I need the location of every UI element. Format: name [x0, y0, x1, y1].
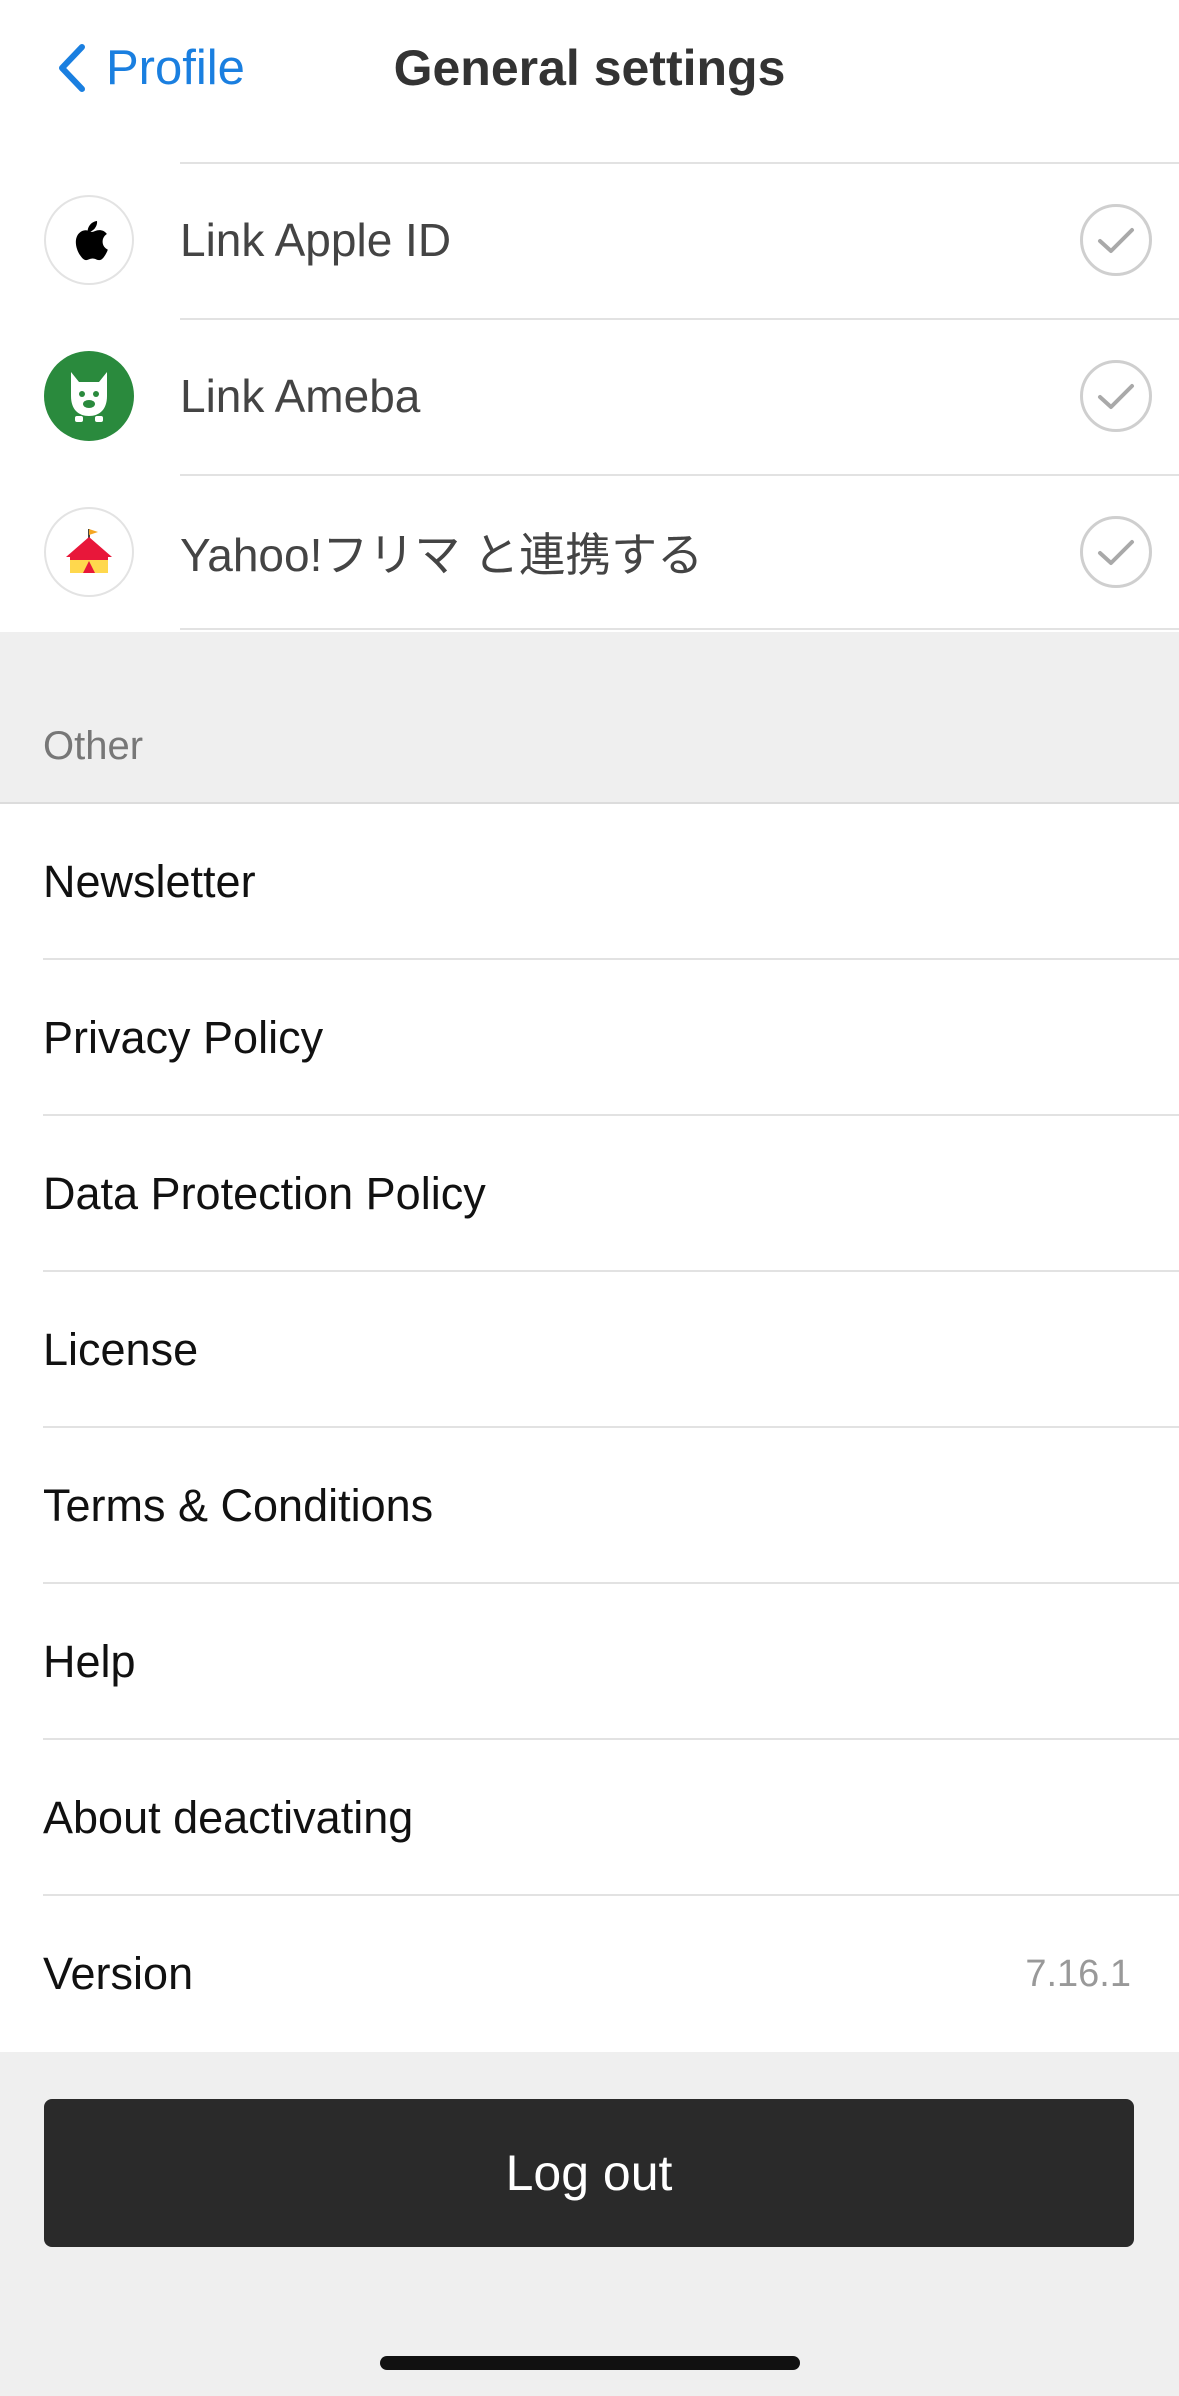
- bottom-area: Log out: [0, 2052, 1179, 2396]
- link-apple-id-label: Link Apple ID: [180, 214, 452, 266]
- checkmark-icon: [1080, 360, 1152, 432]
- section-header-band: [0, 632, 1179, 804]
- navigation-bar: Profile General settings: [0, 0, 1179, 136]
- ameba-icon: [44, 351, 134, 441]
- terms-and-conditions-row[interactable]: Terms & Conditions: [0, 1428, 1179, 1584]
- privacy-policy-label: Privacy Policy: [43, 1012, 324, 1063]
- other-settings-list: Newsletter Privacy Policy Data Protectio…: [0, 804, 1179, 2052]
- divider: [180, 628, 1179, 630]
- help-row[interactable]: Help: [0, 1584, 1179, 1740]
- divider: [180, 318, 1179, 320]
- logout-button[interactable]: Log out: [44, 2099, 1134, 2247]
- newsletter-row[interactable]: Newsletter: [0, 804, 1179, 960]
- data-protection-policy-label: Data Protection Policy: [43, 1168, 486, 1219]
- link-ameba-row[interactable]: Link Ameba: [0, 318, 1179, 474]
- privacy-policy-row[interactable]: Privacy Policy: [0, 960, 1179, 1116]
- home-indicator[interactable]: [380, 2356, 800, 2370]
- account-links-section: Link Apple ID Link Ameba Yahoo!フリマ と連携する: [0, 162, 1179, 630]
- link-yahoo-flea-market-label: Yahoo!フリマ と連携する: [180, 529, 704, 581]
- yahoo-flea-market-icon: [44, 507, 134, 597]
- link-yahoo-flea-market-row[interactable]: Yahoo!フリマ と連携する: [0, 474, 1179, 630]
- about-deactivating-label: About deactivating: [43, 1792, 414, 1843]
- checkmark-icon: [1080, 204, 1152, 276]
- apple-icon: [44, 195, 134, 285]
- terms-and-conditions-label: Terms & Conditions: [43, 1480, 434, 1531]
- version-label: Version: [43, 1948, 194, 1999]
- section-header-other: Other: [43, 724, 144, 768]
- page-title: General settings: [393, 40, 786, 96]
- license-label: License: [43, 1324, 199, 1375]
- version-row: Version 7.16.1: [0, 1896, 1179, 2052]
- checkmark-icon: [1080, 516, 1152, 588]
- link-ameba-label: Link Ameba: [180, 370, 421, 422]
- help-label: Help: [43, 1636, 136, 1687]
- newsletter-label: Newsletter: [43, 856, 256, 907]
- link-apple-id-row[interactable]: Link Apple ID: [0, 162, 1179, 318]
- about-deactivating-row[interactable]: About deactivating: [0, 1740, 1179, 1896]
- divider: [180, 474, 1179, 476]
- license-row[interactable]: License: [0, 1272, 1179, 1428]
- version-value: 7.16.1: [1025, 1952, 1131, 1995]
- divider: [180, 162, 1179, 164]
- data-protection-policy-row[interactable]: Data Protection Policy: [0, 1116, 1179, 1272]
